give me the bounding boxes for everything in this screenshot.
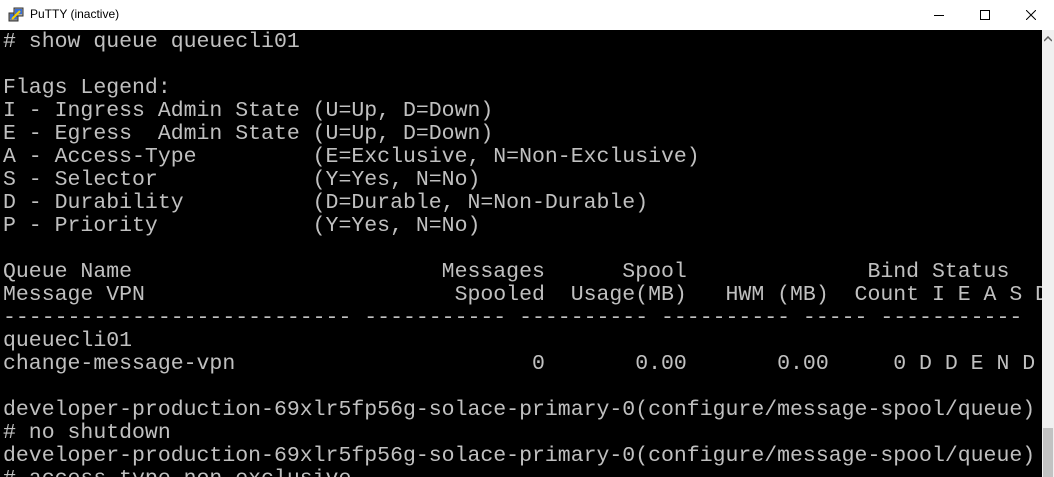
minimize-icon [934,15,944,16]
window-title: PuTTY (inactive) [30,7,120,21]
putty-icon [8,7,24,22]
terminal-line: Queue Name Messages Spool Bind Status [3,260,1010,284]
terminal-line: S - Selector (Y=Yes, N=No) [3,168,481,192]
terminal-line: Message VPN Spooled Usage(MB) HWM (MB) C… [3,283,1042,307]
terminal-line: queuecli01 [3,329,133,353]
terminal-line: D - Durability (D=Durable, N=Non-Durable… [3,191,649,215]
close-icon [1026,10,1036,20]
terminal-line: P - Priority (Y=Yes, N=No) [3,214,481,238]
minimize-button[interactable] [916,0,962,30]
scrollbar-thumb[interactable] [1043,428,1053,477]
terminal-line: E - Egress Admin State (U=Up, D=Down) [3,122,494,146]
vertical-scrollbar[interactable] [1042,30,1054,477]
terminal-line: change-message-vpn 0 0.00 0.00 0 D D E N… [3,352,1042,376]
maximize-icon [980,10,990,20]
scroll-up-icon[interactable] [1044,36,1052,42]
close-button[interactable] [1008,0,1054,30]
terminal-output[interactable]: # show queue queuecli01 Flags Legend: I … [0,30,1042,477]
terminal-line: --------------------------- ----------- … [3,306,1023,330]
terminal-line: # no shutdown [3,421,171,445]
terminal-line: # show queue queuecli01 [3,30,300,54]
terminal-line: # access-type non-exclusive [3,468,351,477]
title-bar[interactable]: PuTTY (inactive) [0,0,1054,30]
terminal-line: developer-production-69xlr5fp56g-solace-… [3,398,1036,422]
maximize-button[interactable] [962,0,1008,30]
terminal-line: A - Access-Type (E=Exclusive, N=Non-Excl… [3,145,700,169]
terminal-line: Flags Legend: [3,76,171,100]
terminal-line: developer-production-69xlr5fp56g-solace-… [3,444,1036,468]
terminal-line: I - Ingress Admin State (U=Up, D=Down) [3,99,494,123]
